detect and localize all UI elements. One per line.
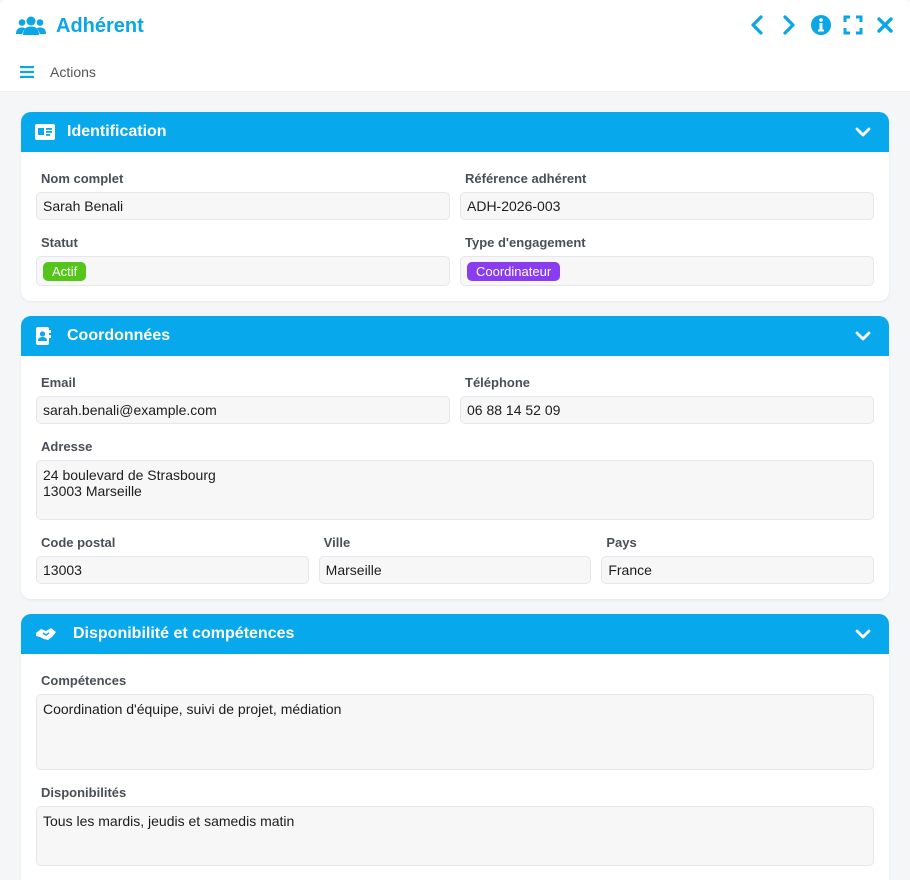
type-field[interactable]: Coordinateur [460,256,874,286]
coordonnees-panel: Coordonnées Email sarah.benali@example.c… [21,316,889,599]
statut-field[interactable]: Actif [36,256,450,286]
actions-toolbar: Actions [0,52,910,92]
identification-header[interactable]: Identification [21,112,889,152]
chevron-left-icon[interactable] [746,14,768,36]
chevron-down-icon[interactable] [855,627,871,641]
chevron-down-icon[interactable] [855,125,871,139]
disponibilites-field[interactable]: Tous les mardis, jeudis et samedis matin [36,806,874,866]
expand-icon[interactable] [842,14,864,36]
competences-label: Compétences [41,673,127,688]
code-postal-field[interactable]: 13003 [36,556,309,584]
info-icon[interactable] [810,14,832,36]
window-title: Adhérent [56,14,144,37]
window-controls [746,14,896,36]
email-label: Email [41,375,76,390]
reference-field[interactable]: ADH-2026-003 [460,192,874,220]
close-icon[interactable] [874,14,896,36]
coordonnees-header[interactable]: Coordonnées [21,316,889,356]
window-titlebar: Adhérent [0,0,910,52]
adresse-label: Adresse [41,439,93,454]
pays-field[interactable]: France [601,556,875,584]
telephone-label: Téléphone [465,375,531,390]
identification-panel: Identification Nom complet Sarah Benali … [21,112,889,301]
statut-label: Statut [41,235,78,250]
ville-field[interactable]: Marseille [318,556,592,584]
email-field[interactable]: sarah.benali@example.com [36,396,450,424]
actions-menu[interactable]: Actions [50,64,96,80]
handshake-icon [35,624,65,644]
identification-title: Identification [67,123,167,140]
competences-field[interactable]: Coordination d'équipe, suivi de projet, … [36,694,874,770]
chevron-right-icon[interactable] [778,14,800,36]
pays-label: Pays [606,535,637,550]
reference-label: Référence adhérent [465,171,587,186]
hamburger-icon[interactable] [20,65,34,79]
status-badge: Actif [43,261,87,281]
address-book-icon [35,326,59,346]
disponibilite-panel: Disponibilité et compétences Compétences… [21,614,889,880]
disponibilite-title: Disponibilité et compétences [73,625,295,642]
users-icon [16,15,46,37]
chevron-down-icon[interactable] [855,329,871,343]
nom-label: Nom complet [41,171,124,186]
type-badge: Coordinateur [467,261,561,281]
form-content: Identification Nom complet Sarah Benali … [0,92,910,880]
record-window: Adhérent Actions Identification Nom comp… [0,0,910,880]
telephone-field[interactable]: 06 88 14 52 09 [460,396,874,424]
nom-field[interactable]: Sarah Benali [36,192,450,220]
id-card-icon [35,122,59,142]
coordonnees-title: Coordonnées [67,327,171,344]
code-postal-label: Code postal [41,535,116,550]
adresse-field[interactable]: 24 boulevard de Strasbourg 13003 Marseil… [36,460,874,520]
disponibilite-header[interactable]: Disponibilité et compétences [21,614,889,654]
ville-label: Ville [323,535,351,550]
type-label: Type d'engagement [465,235,586,250]
disponibilites-label: Disponibilités [41,785,127,800]
